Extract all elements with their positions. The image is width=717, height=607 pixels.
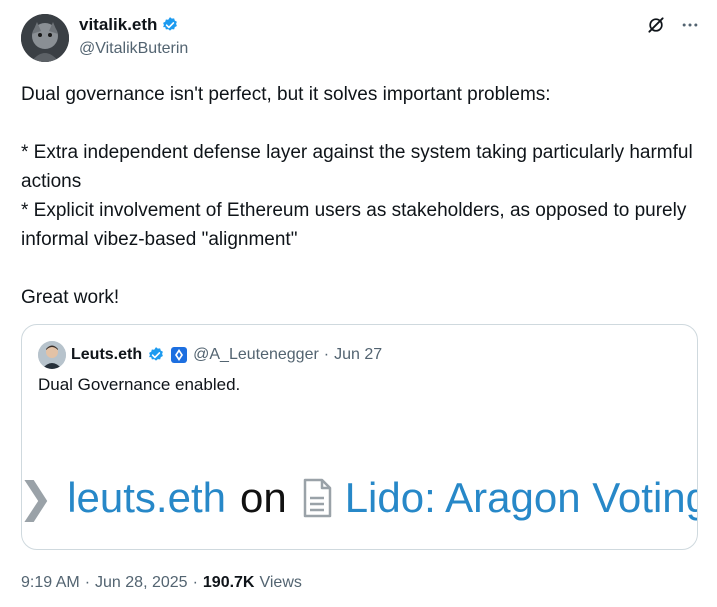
tweet-card: vitalik.eth @VitalikButerin Dual governa… <box>0 0 717 607</box>
quoted-header: Leuts.eth @A_Leutenegger · Jun 27 <box>38 341 382 369</box>
document-icon <box>301 478 333 518</box>
more-options-icon[interactable] <box>679 14 701 36</box>
author-avatar[interactable] <box>21 14 69 62</box>
quoted-media-image[interactable]: ❯ leuts.eth on Lido: Aragon Voting <box>22 445 698 549</box>
tweet-date[interactable]: Jun 28, 2025 <box>95 574 188 592</box>
quoted-display-name[interactable]: Leuts.eth <box>71 346 142 364</box>
affiliate-badge-icon[interactable] <box>170 346 188 364</box>
quoted-tweet[interactable]: Leuts.eth @A_Leutenegger · Jun 27 Dual G… <box>21 324 698 550</box>
quoted-date[interactable]: Jun 27 <box>334 346 382 364</box>
tweet-footer: 9:19 AM · Jun 28, 2025 · 190.7K Views <box>21 574 302 592</box>
quoted-text: Dual Governance enabled. <box>38 375 241 394</box>
views-label: Views <box>259 574 302 591</box>
quoted-avatar[interactable] <box>38 341 66 369</box>
tweet-time[interactable]: 9:19 AM <box>21 574 80 592</box>
verified-badge-icon <box>161 16 179 34</box>
grok-icon[interactable] <box>645 14 667 36</box>
tweet-text: Dual governance isn't perfect, but it so… <box>21 84 693 308</box>
quoted-separator: · <box>323 346 330 363</box>
quoted-verified-badge-icon <box>147 346 165 364</box>
author-display-name[interactable]: vitalik.eth <box>79 15 157 35</box>
author-handle[interactable]: @VitalikButerin <box>79 40 188 58</box>
media-app-name: Lido: Aragon Voting <box>344 474 698 521</box>
media-on-text: on <box>239 474 287 521</box>
top-actions <box>645 14 701 36</box>
chevron-right-icon: ❯ <box>22 477 53 519</box>
footer-separator: · <box>192 574 198 591</box>
quoted-handle[interactable]: @A_Leutenegger <box>193 346 319 364</box>
media-username: leuts.eth <box>67 474 226 521</box>
views-count: 190.7K <box>202 574 255 591</box>
footer-separator: · <box>84 574 91 591</box>
author-name-row: vitalik.eth <box>79 15 179 35</box>
